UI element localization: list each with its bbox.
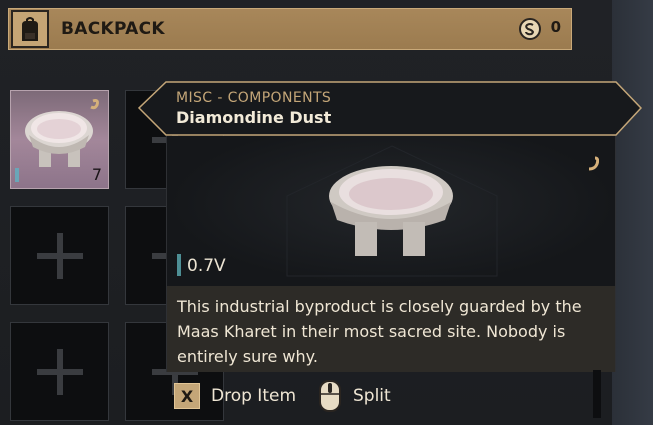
tooltip-header: MISC - COMPONENTS Diamondine Dust	[138, 81, 642, 136]
mouse-icon	[319, 380, 341, 412]
scrollbar[interactable]	[593, 370, 601, 418]
backpack-header: BACKPACK 0	[8, 8, 572, 50]
item-description: This industrial byproduct is closely gua…	[167, 286, 615, 372]
inventory-slot[interactable]	[10, 322, 109, 421]
item-quantity: 7	[91, 165, 102, 184]
item-name: Diamondine Dust	[176, 108, 332, 127]
side-panel-edge	[612, 0, 653, 425]
weight-bar	[177, 254, 181, 276]
drop-item-key[interactable]: X	[174, 383, 200, 409]
inventory-slot-diamondine-dust[interactable]: 7	[10, 90, 109, 189]
drop-item-button[interactable]: Drop Item	[211, 386, 296, 406]
item-category: MISC - COMPONENTS	[176, 90, 332, 106]
durability-bar	[15, 168, 19, 182]
currency-count: 0	[550, 18, 561, 36]
tag-icon	[588, 156, 599, 171]
currency-coin-icon	[519, 18, 541, 40]
tooltip-body: 0.7V This industrial byproduct is closel…	[166, 136, 616, 372]
item-preview: 0.7V	[167, 136, 615, 286]
diamondine-dust-large-icon	[286, 145, 498, 277]
inventory-slot[interactable]	[10, 206, 109, 305]
split-button[interactable]: Split	[353, 386, 391, 406]
item-weight: 0.7V	[187, 256, 226, 276]
backpack-icon	[11, 10, 49, 48]
panel-title: BACKPACK	[61, 19, 165, 39]
tooltip-actions: X Drop Item Split	[166, 372, 616, 420]
